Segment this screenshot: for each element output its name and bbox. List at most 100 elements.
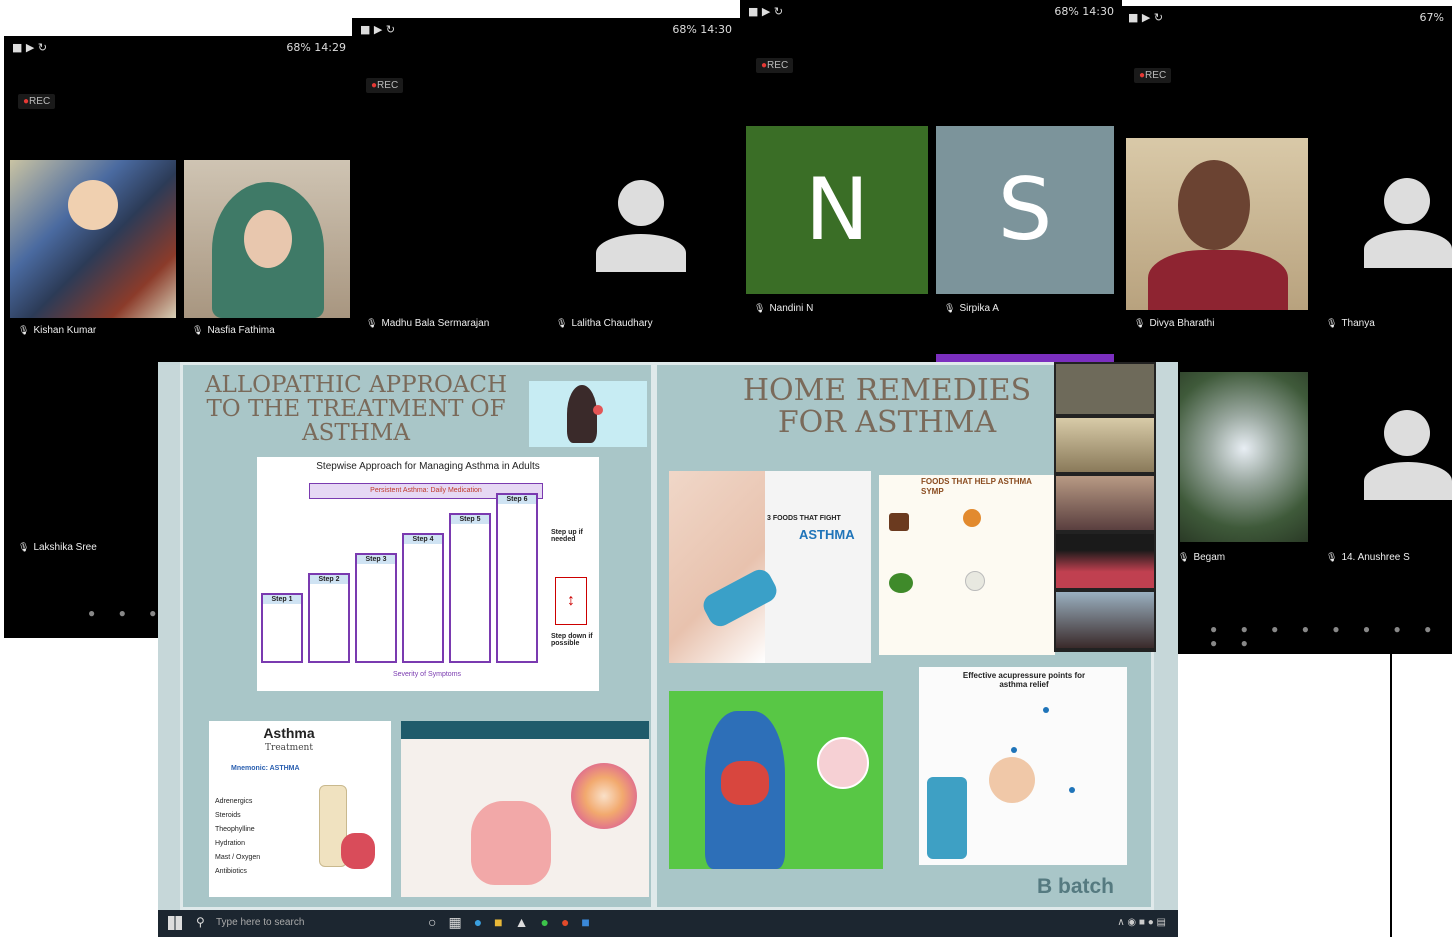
step-label: Step 4 <box>404 535 442 544</box>
foods-help-card: FOODS THAT HELP ASTHMA SYMP <box>879 475 1055 655</box>
video-tile-divya[interactable] <box>1126 138 1308 310</box>
onion-icon <box>963 509 981 527</box>
slide-left-panel: ALLOPATHIC APPROACH TO THE TREATMENT OF … <box>180 362 654 910</box>
step-label: Step 1 <box>263 595 301 604</box>
acupressure-title: Effective acupressure points for asthma … <box>962 671 1086 689</box>
step-box: Step 3 <box>355 553 397 663</box>
severity-label: Severity of Symptoms <box>392 671 462 678</box>
default-avatar-icon <box>1364 410 1452 502</box>
video-tile-kishan[interactable] <box>10 160 176 318</box>
step-up-label: Step up if needed <box>551 529 583 543</box>
step-label: Step 2 <box>310 575 348 584</box>
step-box: Step 4 <box>402 533 444 663</box>
video-thumb-4[interactable] <box>1056 534 1154 588</box>
status-icons: ■ ▶ ↻ <box>360 23 396 36</box>
pressure-point <box>1011 747 1017 753</box>
step-arrow: ↕ <box>555 577 587 625</box>
step-box: Step 2 <box>308 573 350 663</box>
foods-fight-card: 3 FOODS THAT FIGHT ASTHMA <box>669 471 871 663</box>
foods-header: 3 FOODS THAT FIGHT <box>767 515 841 522</box>
default-avatar-icon <box>1364 178 1452 270</box>
search-icon[interactable]: ⚲ <box>196 915 205 929</box>
avatar-tile-n[interactable]: N <box>746 126 928 294</box>
participant-name: Nasfia Fathima <box>192 325 274 336</box>
avatar-tile-s[interactable]: S <box>936 126 1114 294</box>
recording-indicator: REC <box>366 78 404 93</box>
step-box: Step 1 <box>261 593 303 663</box>
status-battery-time: 68% 14:30 <box>1054 5 1114 18</box>
participant-name: Nandini N <box>754 303 813 314</box>
participant-name: Kishan Kumar <box>18 325 96 336</box>
yogurt-icon <box>965 571 985 591</box>
page-dots[interactable]: ● ● ● ● ● ● ● ● ● ● <box>1210 622 1452 650</box>
video-thumb-2[interactable] <box>1056 418 1154 472</box>
hand-figure <box>989 757 1035 803</box>
slide-right-title: HOME REMEDIES FOR ASTHMA <box>742 373 1032 440</box>
stepwise-chart: Stepwise Approach for Managing Asthma in… <box>257 457 599 691</box>
participant-name: Madhu Bala Sermarajan <box>366 318 489 329</box>
participant-photo <box>68 180 118 230</box>
foods-highlight: ASTHMA <box>799 527 855 542</box>
step-down-label: Step down if possible <box>551 633 593 647</box>
status-battery-time: 68% 14:29 <box>286 41 346 54</box>
divider-line <box>1390 654 1392 937</box>
diagram-header <box>401 721 649 739</box>
video-thumb-1[interactable] <box>1056 364 1154 414</box>
meeting-screen-2: ■ ▶ ↻ 68% 14:30 REC Madhu Bala Sermaraja… <box>352 18 740 363</box>
participant-name: Thanya <box>1326 318 1374 329</box>
recording-indicator: REC <box>1134 68 1172 83</box>
status-bar: ■ ▶ ↻ 68% 14:30 <box>352 18 740 42</box>
asthma-card-title: Asthma <box>263 725 315 741</box>
coffee-icon <box>889 513 909 531</box>
lungs-shape <box>471 801 551 885</box>
participant-name: Begam <box>1178 552 1225 563</box>
step-label: Step 5 <box>451 515 489 524</box>
asthma-card-subtitle: Treatment <box>265 743 313 753</box>
slide-left-title: ALLOPATHIC APPROACH TO THE TREATMENT OF … <box>204 372 508 447</box>
windows-taskbar: ⚲ Type here to search ○▦●■▲●●■ ∧ ◉ ■ ● ▤ <box>158 910 1178 937</box>
step-box: Step 5 <box>449 513 491 663</box>
asthma-mnemonic: Mnemonic: ASTHMA <box>231 765 300 772</box>
video-tile-nasfia[interactable] <box>184 160 350 318</box>
participant-face <box>244 210 292 268</box>
system-tray[interactable]: ∧ ◉ ■ ● ▤ <box>1117 917 1166 928</box>
participant-face <box>1178 160 1250 250</box>
active-speaker-highlight <box>936 354 1114 362</box>
video-tile-flower[interactable] <box>1180 372 1308 542</box>
lungs-diagram <box>401 721 649 897</box>
pressure-point <box>1069 787 1075 793</box>
status-bar: ■ ▶ ↻ 67% <box>1120 6 1452 30</box>
step-label: Step 6 <box>498 495 536 504</box>
status-bar: ■ ▶ ↻ 68% 14:30 <box>740 0 1122 24</box>
participant-name: 14. Anushree S <box>1326 552 1409 563</box>
lungs-shape <box>721 761 769 805</box>
video-strip <box>1054 362 1156 652</box>
acupressure-card: Effective acupressure points for asthma … <box>919 667 1127 865</box>
status-icons: ■ ▶ ↻ <box>1128 11 1164 24</box>
step-label: Step 3 <box>357 555 395 564</box>
woman-inhaler-photo <box>669 471 765 663</box>
greens-icon <box>889 573 913 593</box>
airway-zoom <box>817 737 869 789</box>
start-icon[interactable] <box>168 916 182 930</box>
respiratory-illustration <box>669 691 883 869</box>
step-box: Step 6 <box>496 493 538 663</box>
participant-clothing <box>1148 250 1288 310</box>
taskbar-search[interactable]: Type here to search <box>216 917 304 928</box>
video-thumb-3[interactable] <box>1056 476 1154 530</box>
mnemonic-list: Adrenergics Steroids Theophylline Hydrat… <box>215 798 261 875</box>
lungs-cartoon <box>341 833 375 869</box>
inhaler-blue <box>927 777 967 859</box>
video-thumb-5[interactable] <box>1056 592 1154 648</box>
participant-name: Lakshika Sree <box>18 542 96 553</box>
status-battery-time: 67% <box>1419 11 1444 24</box>
participant-name: Divya Bharathi <box>1134 318 1214 329</box>
foods-help-title: FOODS THAT HELP ASTHMA SYMP <box>921 477 1032 496</box>
status-bar: ■ ▶ ↻ 68% 14:29 <box>4 36 354 60</box>
status-icons: ■ ▶ ↻ <box>12 41 48 54</box>
doctor-illustration <box>529 381 647 447</box>
bronchi-circle <box>571 763 637 829</box>
batch-label: B batch <box>1037 875 1115 898</box>
app-icons[interactable]: ○▦●■▲●●■ <box>428 914 602 931</box>
presentation-slide: ALLOPATHIC APPROACH TO THE TREATMENT OF … <box>158 362 1178 910</box>
